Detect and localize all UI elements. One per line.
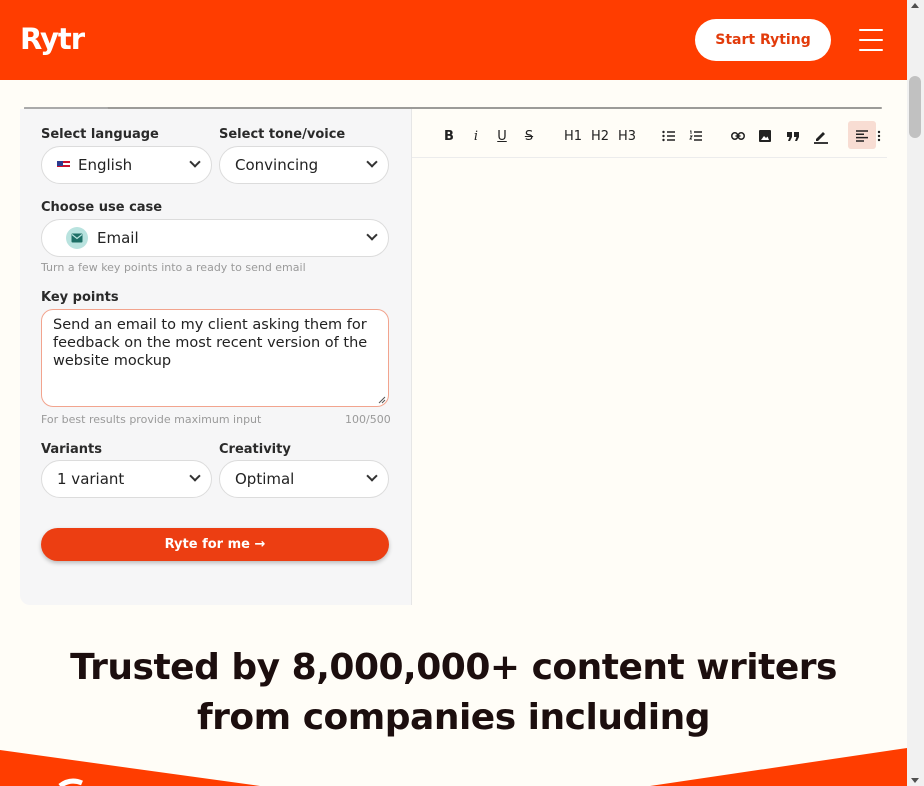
rytr-logo[interactable]: Rytr <box>20 20 85 58</box>
chevron-down-icon <box>366 156 378 168</box>
bulleted-list-icon[interactable] <box>661 125 677 147</box>
key-points-hint: For best results provide maximum input <box>41 413 262 426</box>
use-case-select[interactable]: Email <box>41 219 389 257</box>
menu-bar <box>859 49 883 51</box>
chevron-down-icon <box>366 470 378 482</box>
resize-grip-icon[interactable] <box>378 396 386 404</box>
creativity-label: Creativity <box>219 442 291 457</box>
editor-demo-card: Select language Select tone/voice Englis… <box>20 107 887 605</box>
align-left-icon[interactable] <box>855 125 869 147</box>
email-icon <box>66 227 88 249</box>
chevron-down-icon <box>366 229 378 241</box>
underline-button[interactable]: U <box>495 125 509 147</box>
language-label: Select language <box>41 127 159 142</box>
use-case-label: Choose use case <box>41 200 163 215</box>
more-icon[interactable] <box>875 125 883 147</box>
language-value: English <box>78 156 133 174</box>
character-counter: 100/500 <box>345 413 391 426</box>
page-scrollbar[interactable] <box>907 0 924 786</box>
chevron-down-icon <box>189 470 201 482</box>
us-flag-icon <box>57 160 70 170</box>
link-icon[interactable] <box>730 125 746 147</box>
variants-select[interactable]: 1 variant <box>41 460 212 498</box>
output-editor-panel[interactable]: B i U S H1 H2 H3 <box>412 109 887 605</box>
image-icon[interactable] <box>757 125 773 147</box>
creativity-value: Optimal <box>235 470 295 488</box>
italic-button[interactable]: i <box>469 125 483 147</box>
heading2-button[interactable]: H2 <box>589 125 611 147</box>
variants-label: Variants <box>41 442 102 457</box>
hamburger-menu-icon[interactable] <box>857 27 885 53</box>
use-case-hint: Turn a few key points into a ready to se… <box>41 261 306 274</box>
menu-bar <box>859 39 883 41</box>
creativity-select[interactable]: Optimal <box>219 460 389 498</box>
key-points-label: Key points <box>41 290 119 305</box>
bottom-orange-band <box>0 748 907 786</box>
site-header: Rytr Start Ryting <box>0 0 907 80</box>
heading1-button[interactable]: H1 <box>562 125 584 147</box>
strikethrough-button[interactable]: S <box>522 125 536 147</box>
scroll-down-arrow-icon[interactable] <box>911 778 919 783</box>
trusted-line-2: from companies including <box>197 697 710 738</box>
trusted-line-1: Trusted by 8,000,000+ content writers <box>70 647 837 688</box>
key-points-textarea[interactable]: Send an email to my client asking them f… <box>41 309 389 407</box>
tone-select[interactable]: Convincing <box>219 146 389 184</box>
numbered-list-icon[interactable] <box>688 125 704 147</box>
use-case-value: Email <box>97 229 139 247</box>
trusted-heading: Trusted by 8,000,000+ content writers fr… <box>0 643 907 743</box>
tone-label: Select tone/voice <box>219 127 346 142</box>
start-ryting-button[interactable]: Start Ryting <box>695 19 831 61</box>
menu-bar <box>859 29 883 31</box>
tone-value: Convincing <box>235 156 319 174</box>
language-select[interactable]: English <box>41 146 212 184</box>
formatting-toolbar: B i U S H1 H2 H3 <box>412 109 887 158</box>
scroll-thumb[interactable] <box>909 76 921 138</box>
variants-value: 1 variant <box>57 470 125 488</box>
heading3-button[interactable]: H3 <box>616 125 638 147</box>
ryte-for-me-button[interactable]: Ryte for me → <box>41 528 389 561</box>
quote-icon[interactable] <box>785 125 801 147</box>
highlight-pen-icon[interactable] <box>812 125 830 147</box>
scroll-up-arrow-icon[interactable] <box>911 3 919 8</box>
bold-button[interactable]: B <box>442 125 456 147</box>
chevron-down-icon <box>189 156 201 168</box>
input-panel: Select language Select tone/voice Englis… <box>20 109 412 605</box>
